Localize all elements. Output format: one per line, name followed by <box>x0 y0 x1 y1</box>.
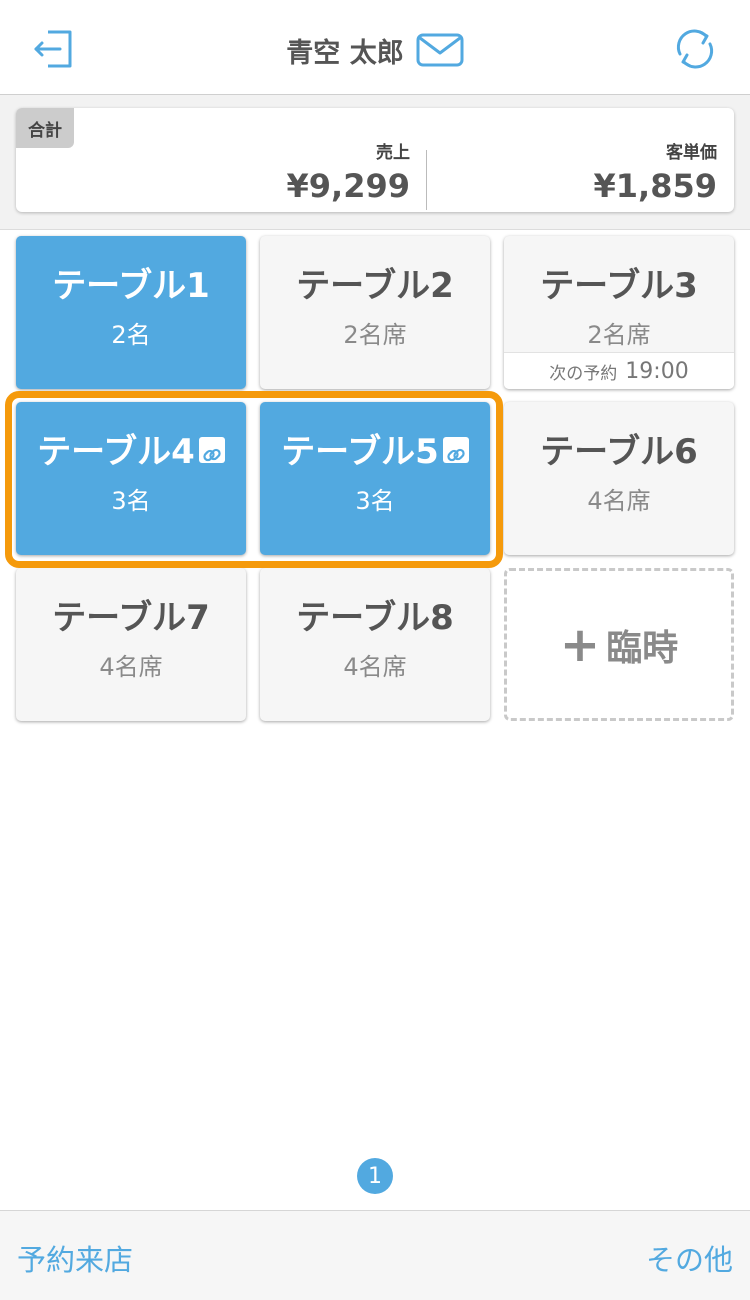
table-name: テーブル8 <box>296 598 454 638</box>
table-capacity: 3名 <box>111 487 151 515</box>
table-name: テーブル4 <box>16 424 246 473</box>
summary-divider <box>426 150 427 210</box>
table-capacity: 4名席 <box>343 653 407 681</box>
page-indicator[interactable]: 1 <box>357 1158 393 1194</box>
next-reservation: 次の予約 19:00 <box>504 352 734 389</box>
refresh-button[interactable] <box>670 24 720 74</box>
reservation-time: 19:00 <box>625 358 689 384</box>
sales-label: 売上 <box>376 143 410 163</box>
table-capacity: 2名 <box>111 321 151 349</box>
table-card-3[interactable]: テーブル3 2名席 次の予約 19:00 <box>504 236 734 389</box>
table-name: テーブル2 <box>296 266 454 306</box>
table-name: テーブル1 <box>52 266 210 306</box>
table-card-6[interactable]: テーブル6 4名席 <box>504 402 734 555</box>
avg-block: 客単価 ¥1,859 <box>594 138 717 205</box>
link-icon <box>442 436 469 463</box>
temporary-label: 臨時 <box>606 627 679 669</box>
table-name: テーブル5 <box>260 424 490 473</box>
mail-icon[interactable] <box>416 33 464 67</box>
table-capacity: 3名 <box>355 487 395 515</box>
table-name: テーブル6 <box>540 432 698 472</box>
table-name: テーブル7 <box>52 598 210 638</box>
table-card-8[interactable]: テーブル8 4名席 <box>260 568 490 721</box>
sales-block: 売上 ¥9,299 <box>287 138 410 205</box>
plus-icon: + <box>559 616 601 673</box>
header-title: 青空 太郎 <box>0 30 750 70</box>
table-card-2[interactable]: テーブル2 2名席 <box>260 236 490 389</box>
avg-label: 客単価 <box>666 143 717 163</box>
table-name: テーブル3 <box>540 266 698 306</box>
table-grid: テーブル1 2名 テーブル2 2名席 テーブル3 2名席 次の予約 19:00 … <box>0 230 750 1210</box>
other-button[interactable]: その他 <box>646 1237 733 1279</box>
refresh-icon <box>676 29 714 69</box>
table-capacity: 4名席 <box>99 653 163 681</box>
footer-bar: 予約来店 その他 <box>0 1210 750 1300</box>
reservation-arrival-button[interactable]: 予約来店 <box>17 1237 133 1279</box>
add-temporary-table-button[interactable]: + 臨時 <box>504 568 734 721</box>
summary-panel: 合計 売上 ¥9,299 客単価 ¥1,859 <box>16 108 734 212</box>
user-name: 青空 太郎 <box>286 37 404 69</box>
table-capacity: 4名席 <box>587 487 651 515</box>
table-card-5[interactable]: テーブル5 3名 <box>260 402 490 555</box>
link-icon <box>198 436 225 463</box>
summary-tag: 合計 <box>16 108 74 148</box>
table-card-1[interactable]: テーブル1 2名 <box>16 236 246 389</box>
sales-value: ¥9,299 <box>286 167 410 205</box>
avg-value: ¥1,859 <box>593 167 717 205</box>
table-capacity: 2名席 <box>343 321 407 349</box>
reservation-label: 次の予約 <box>549 363 618 384</box>
app-header: 青空 太郎 <box>0 0 750 95</box>
table-card-7[interactable]: テーブル7 4名席 <box>16 568 246 721</box>
table-card-4[interactable]: テーブル4 3名 <box>16 402 246 555</box>
summary-area: 合計 売上 ¥9,299 客単価 ¥1,859 <box>0 95 750 230</box>
table-capacity: 2名席 <box>587 321 651 349</box>
